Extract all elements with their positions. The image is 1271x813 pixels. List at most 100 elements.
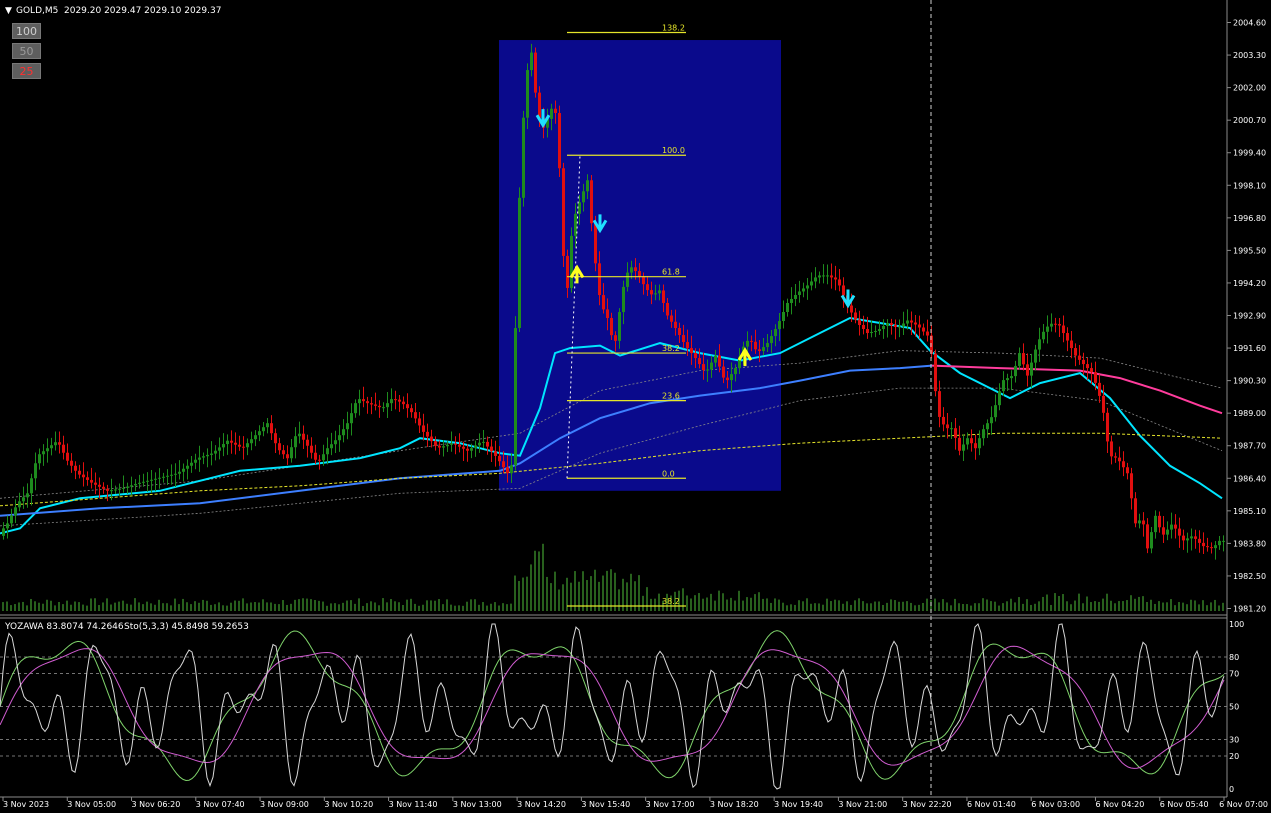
candle-body — [634, 267, 637, 272]
candle-body — [1118, 457, 1121, 462]
candle-body — [750, 340, 753, 342]
candle-body — [918, 324, 921, 328]
candle-body — [434, 441, 437, 446]
lot-button-50[interactable]: 50 — [12, 43, 41, 59]
candle-body — [1222, 540, 1225, 542]
fib-level-label: 38.2 — [662, 597, 680, 606]
candle-body — [1206, 546, 1209, 548]
candle-body — [966, 438, 969, 445]
candle-body — [118, 488, 121, 490]
candle-body — [14, 507, 17, 516]
candle-body — [970, 438, 973, 444]
time-tick-label: 3 Nov 18:20 — [710, 800, 759, 809]
candle-body — [518, 197, 521, 329]
candle-body — [462, 446, 465, 449]
candle-body — [790, 298, 793, 303]
candle-body — [70, 460, 73, 466]
candle-body — [818, 275, 821, 278]
candle-body — [58, 442, 61, 445]
price-chart[interactable]: 138.2100.061.838.223.60.038.2 2004.60200… — [0, 0, 1271, 813]
candle-body — [374, 404, 377, 406]
candle-body — [202, 456, 205, 458]
candle-body — [50, 445, 53, 449]
candle-body — [662, 290, 665, 303]
candle-body — [226, 440, 229, 445]
candle-body — [142, 481, 145, 483]
osc-tick-label: 30 — [1229, 736, 1239, 745]
candle-body — [418, 418, 421, 426]
candle-body — [478, 442, 481, 446]
candle-body — [618, 312, 621, 341]
candle-body — [826, 275, 829, 277]
candle-body — [902, 323, 905, 327]
osc-tick-label: 70 — [1229, 670, 1239, 679]
time-tick-label: 3 Nov 14:20 — [517, 800, 566, 809]
candle-body — [366, 401, 369, 404]
candle-body — [222, 444, 225, 448]
candle-body — [534, 52, 537, 93]
candle-body — [470, 448, 473, 451]
lot-button-100[interactable]: 100 — [12, 23, 41, 39]
candle-body — [246, 443, 249, 448]
candle-body — [350, 413, 353, 424]
osc-tick-label: 0 — [1229, 785, 1234, 794]
candle-body — [834, 277, 837, 280]
candle-body — [510, 465, 513, 474]
candle-body — [710, 362, 713, 370]
time-tick-label: 6 Nov 04:20 — [1095, 800, 1144, 809]
candle-body — [262, 427, 265, 432]
candle-body — [1094, 372, 1097, 383]
candle-body — [126, 486, 129, 488]
candle-body — [354, 403, 357, 414]
candle-body — [102, 486, 105, 489]
candle-body — [1026, 364, 1029, 376]
candle-body — [978, 438, 981, 449]
candle-body — [842, 285, 845, 296]
candle-body — [298, 433, 301, 437]
candle-body — [62, 444, 65, 453]
candle-body — [482, 441, 485, 443]
candle-body — [926, 331, 929, 336]
candle-body — [234, 442, 237, 445]
candle-body — [282, 450, 285, 455]
candle-body — [690, 348, 693, 354]
candle-body — [490, 446, 493, 452]
lot-button-25[interactable]: 25 — [12, 63, 41, 79]
candle-body — [1034, 349, 1037, 363]
candle-body — [682, 335, 685, 343]
candle-body — [822, 275, 825, 277]
candle-body — [410, 408, 413, 413]
candle-body — [1074, 348, 1077, 356]
fib-level-label: 0.0 — [662, 469, 675, 478]
candle-body — [178, 471, 181, 474]
candle-body — [506, 467, 509, 474]
candle-body — [814, 277, 817, 282]
candle-body — [154, 478, 157, 480]
candle-body — [190, 462, 193, 466]
price-tick-label: 1995.50 — [1233, 246, 1266, 255]
candle-body — [774, 329, 777, 337]
fib-level-label: 138.2 — [662, 24, 685, 33]
candle-body — [830, 275, 833, 278]
candle-body — [94, 482, 97, 485]
header-arrow-icon[interactable]: ▼ — [5, 6, 12, 16]
time-tick-label: 3 Nov 07:40 — [196, 800, 245, 809]
candle-body — [762, 347, 765, 352]
candle-body — [494, 451, 497, 456]
price-tick-label: 1992.90 — [1233, 312, 1266, 321]
candle-body — [446, 444, 449, 447]
price-tick-label: 2003.30 — [1233, 51, 1266, 60]
candle-body — [326, 448, 329, 455]
candle-body — [1106, 412, 1109, 442]
candle-body — [1054, 323, 1057, 325]
candle-body — [890, 323, 893, 326]
candle-body — [1182, 535, 1185, 541]
indicator-label: YOZAWA 83.8074 74.2646 — [4, 622, 124, 632]
candle-body — [442, 446, 445, 448]
osc-tick-label: 20 — [1229, 752, 1239, 761]
candle-body — [642, 276, 645, 285]
candle-body — [730, 374, 733, 381]
osc-tick-label: 50 — [1229, 703, 1239, 712]
candle-body — [362, 399, 365, 402]
candle-body — [658, 290, 661, 294]
